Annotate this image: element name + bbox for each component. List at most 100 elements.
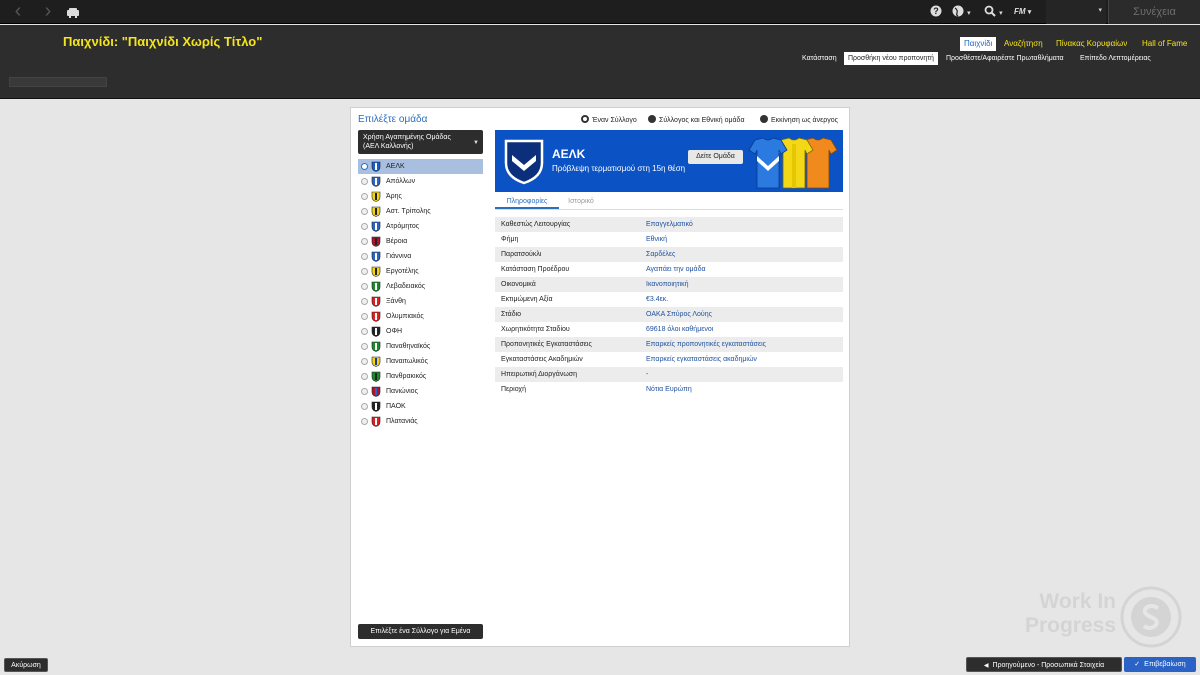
team-crest-icon bbox=[371, 266, 381, 277]
nav-leaderboard[interactable]: Πίνακας Κορυφαίων bbox=[1052, 37, 1131, 51]
radio-single-club[interactable]: Έναν Σύλλογο bbox=[581, 115, 637, 124]
subnav-leagues[interactable]: Προσθέστε/Αφαιρέστε Πρωταθλήματα bbox=[942, 52, 1068, 65]
search-icon bbox=[984, 5, 996, 17]
team-row[interactable]: ΑΕΛΚ bbox=[358, 159, 483, 174]
random-club-button[interactable]: Επιλέξτε ένα Σύλλογο για Εμένα bbox=[358, 624, 483, 639]
team-row[interactable]: ΟΦΗ bbox=[358, 324, 483, 339]
info-row: Κατάσταση Προέδρου Αγαπάει την ομάδα bbox=[495, 262, 843, 277]
chevron-down-icon: ▾ bbox=[1098, 7, 1102, 14]
radio-selected-icon bbox=[581, 115, 589, 123]
team-name: ΟΦΗ bbox=[386, 328, 403, 335]
team-row[interactable]: Γιάννινα bbox=[358, 249, 483, 264]
nav-search[interactable]: Αναζήτηση bbox=[1000, 37, 1047, 51]
info-key: Παρατσούκλι bbox=[501, 251, 542, 258]
team-crest-icon bbox=[371, 176, 381, 187]
info-key: Περιοχή bbox=[501, 386, 526, 393]
watermark-line: Work In bbox=[1039, 590, 1116, 613]
team-row[interactable]: Βέροια bbox=[358, 234, 483, 249]
subnav-status[interactable]: Κατάσταση bbox=[798, 52, 841, 65]
home-button[interactable] bbox=[66, 5, 80, 19]
team-row[interactable]: Ολυμπιακός bbox=[358, 309, 483, 324]
team-row[interactable]: Άρης bbox=[358, 189, 483, 204]
radio-label: Σύλλογος και Εθνική ομάδα bbox=[659, 117, 745, 124]
team-row[interactable]: Πλατανιάς bbox=[358, 414, 483, 429]
chevron-down-icon: ▾ bbox=[999, 10, 1003, 17]
team-crest-icon bbox=[371, 386, 381, 397]
tab-history[interactable]: Ιστορικό bbox=[559, 195, 603, 209]
team-row[interactable]: Λεβαδειακός bbox=[358, 279, 483, 294]
watermark-line: Progress bbox=[1024, 614, 1116, 637]
info-value[interactable]: Ικανοποιητική bbox=[646, 277, 689, 292]
team-row[interactable]: Εργοτέλης bbox=[358, 264, 483, 279]
radio-icon bbox=[361, 163, 368, 170]
info-row: Στάδιο ΟΑΚΑ Σπύρος Λούης bbox=[495, 307, 843, 322]
info-value[interactable]: €3.4εκ. bbox=[646, 292, 668, 307]
team-crest-icon bbox=[371, 371, 381, 382]
team-row[interactable]: Παναιτωλικός bbox=[358, 354, 483, 369]
radio-unemployed[interactable]: Εκκίνηση ως άνεργος bbox=[760, 115, 838, 124]
info-value[interactable]: - bbox=[646, 367, 648, 382]
team-row[interactable]: Πανιώνιος bbox=[358, 384, 483, 399]
team-row[interactable]: Αστ. Τρίπολης bbox=[358, 204, 483, 219]
search-button[interactable]: ▾ bbox=[984, 3, 1003, 21]
team-row[interactable]: Ατρόμητος bbox=[358, 219, 483, 234]
dropdown-line: (ΑΕΛ Καλλονής) bbox=[363, 143, 414, 150]
info-value[interactable]: Νότια Ευρώπη bbox=[646, 382, 692, 397]
tab-info[interactable]: Πληροφορίες bbox=[495, 195, 559, 209]
info-row: Περιοχή Νότια Ευρώπη bbox=[495, 382, 843, 397]
info-key: Οικονομικά bbox=[501, 281, 536, 288]
top-bar: ‹ › ? ▾ ▾ FM ▾ ▾ Συνέχεια bbox=[0, 0, 1200, 24]
radio-label: Εκκίνηση ως άνεργος bbox=[771, 117, 838, 124]
cancel-button[interactable]: Ακύρωση bbox=[4, 658, 48, 672]
fm-label: FM bbox=[1014, 7, 1026, 16]
info-row: Προπονητικές Εγκαταστάσεις Επαρκείς προπο… bbox=[495, 337, 843, 352]
subnav-add-manager[interactable]: Προσθήκη νέου προπονητή bbox=[844, 52, 938, 65]
radio-icon bbox=[361, 193, 368, 200]
forward-button[interactable]: › bbox=[34, 0, 62, 24]
team-crest-icon bbox=[371, 161, 381, 172]
radio-icon bbox=[361, 418, 368, 425]
info-value[interactable]: Σαρδέλες bbox=[646, 247, 675, 262]
team-list: ΑΕΛΚ Απόλλων Άρης Αστ. Τρίπολης Ατρόμητος Βέρ… bbox=[358, 159, 483, 429]
help-button[interactable]: ? bbox=[930, 3, 942, 21]
info-key: Κατάσταση Προέδρου bbox=[501, 266, 570, 273]
info-key: Προπονητικές Εγκαταστάσεις bbox=[501, 341, 592, 348]
team-name: Αστ. Τρίπολης bbox=[386, 208, 431, 215]
profile-dropdown[interactable]: ▾ bbox=[1046, 0, 1106, 24]
fm-menu-button[interactable]: FM ▾ bbox=[1014, 3, 1031, 21]
info-value[interactable]: Εθνική bbox=[646, 232, 667, 247]
info-row: Χωρητικότητα Σταδίου 69618 όλοι καθήμενοι bbox=[495, 322, 843, 337]
info-value[interactable]: 69618 όλοι καθήμενοι bbox=[646, 322, 713, 337]
team-row[interactable]: Πανθρακικός bbox=[358, 369, 483, 384]
team-row[interactable]: Απόλλων bbox=[358, 174, 483, 189]
subnav-detail-level[interactable]: Επίπεδο Λεπτομέρειας bbox=[1076, 52, 1155, 65]
team-row[interactable]: ΠΑΟΚ bbox=[358, 399, 483, 414]
nav-game[interactable]: Παιχνίδι bbox=[960, 37, 997, 51]
team-row[interactable]: Παναθηναϊκός bbox=[358, 339, 483, 354]
view-team-button[interactable]: Δείτε Ομάδα bbox=[688, 150, 743, 164]
nav-hall-of-fame[interactable]: Hall of Fame bbox=[1138, 37, 1191, 51]
confirm-button[interactable]: ✓ Επιβεβαίωση bbox=[1124, 657, 1196, 672]
team-name: Γιάννινα bbox=[386, 253, 412, 260]
radio-club-and-national[interactable]: Σύλλογος και Εθνική ομάδα bbox=[648, 115, 745, 124]
favorite-team-dropdown[interactable]: Χρήση Αγαπημένης Ομάδας (ΑΕΛ Καλλονής) ▼ bbox=[358, 130, 483, 154]
team-crest-icon bbox=[371, 401, 381, 412]
back-button[interactable]: ‹ bbox=[4, 0, 32, 24]
info-value[interactable]: Επαρκείς εγκαταστάσεις ακαδημιών bbox=[646, 352, 757, 367]
info-key: Ηπειρωτική Διοργάνωση bbox=[501, 371, 578, 378]
info-value[interactable]: Επαγγελματικό bbox=[646, 217, 693, 232]
radio-label: Έναν Σύλλογο bbox=[592, 117, 637, 124]
team-row[interactable]: Ξάνθη bbox=[358, 294, 483, 309]
team-crest-icon bbox=[371, 191, 381, 202]
info-value[interactable]: Αγαπάει την ομάδα bbox=[646, 262, 706, 277]
info-value[interactable]: ΟΑΚΑ Σπύρος Λούης bbox=[646, 307, 712, 322]
previous-button[interactable]: ◀ Προηγούμενο - Προσωπικά Στοιχεία bbox=[966, 657, 1122, 672]
ghost-toolbar bbox=[9, 77, 107, 87]
globe-button[interactable]: ▾ bbox=[952, 3, 971, 21]
team-crest-icon bbox=[371, 326, 381, 337]
info-value[interactable]: Επαρκείς προπονητικές εγκαταστάσεις bbox=[646, 337, 766, 352]
continue-button[interactable]: Συνέχεια bbox=[1108, 0, 1200, 24]
info-key: Εκτιμώμενη Αξία bbox=[501, 296, 553, 303]
radio-icon bbox=[361, 298, 368, 305]
team-name: Πλατανιάς bbox=[386, 418, 418, 425]
